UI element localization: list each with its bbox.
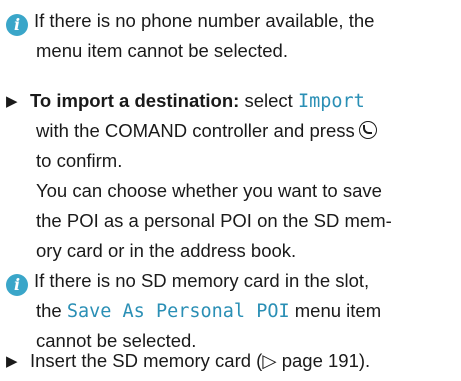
- note-text: If there is no phone number available, t…: [34, 10, 375, 31]
- step-text: ory card or in the address book.: [36, 240, 297, 261]
- menu-item-save-as-personal-poi: Save As Personal POI: [66, 301, 290, 322]
- note-text: the: [36, 300, 67, 321]
- step-text: with the COMAND controller and press: [36, 120, 355, 141]
- controller-press-icon: [358, 121, 377, 139]
- step-text: select: [239, 90, 298, 111]
- step-text: to confirm.: [36, 150, 123, 171]
- step-text: the POI as a personal POI on the SD mem-: [36, 210, 392, 231]
- triangle-right-icon: ▶: [6, 93, 18, 110]
- info-note-phone: i If there is no phone number available, …: [6, 6, 458, 66]
- info-icon: i: [6, 14, 28, 36]
- step-insert-sd-card: ▶ Insert the SD memory card (▷ page 191).: [6, 346, 458, 376]
- step-text: You can choose whether you want to save: [36, 180, 382, 201]
- note-text: menu item cannot be selected.: [36, 40, 288, 61]
- info-icon: i: [6, 274, 28, 296]
- triangle-right-icon: ▶: [6, 353, 18, 370]
- step-import-destination: ▶ To import a destination: select Import …: [6, 86, 458, 266]
- step-heading: To import a destination:: [30, 90, 240, 111]
- info-note-sd-card: i If there is no SD memory card in the sl…: [6, 266, 458, 356]
- step-text: Insert the SD memory card (▷ page 191).: [30, 350, 371, 371]
- note-text: If there is no SD memory card in the slo…: [34, 270, 370, 291]
- note-text: menu item: [289, 300, 382, 321]
- menu-item-import: Import: [297, 91, 365, 112]
